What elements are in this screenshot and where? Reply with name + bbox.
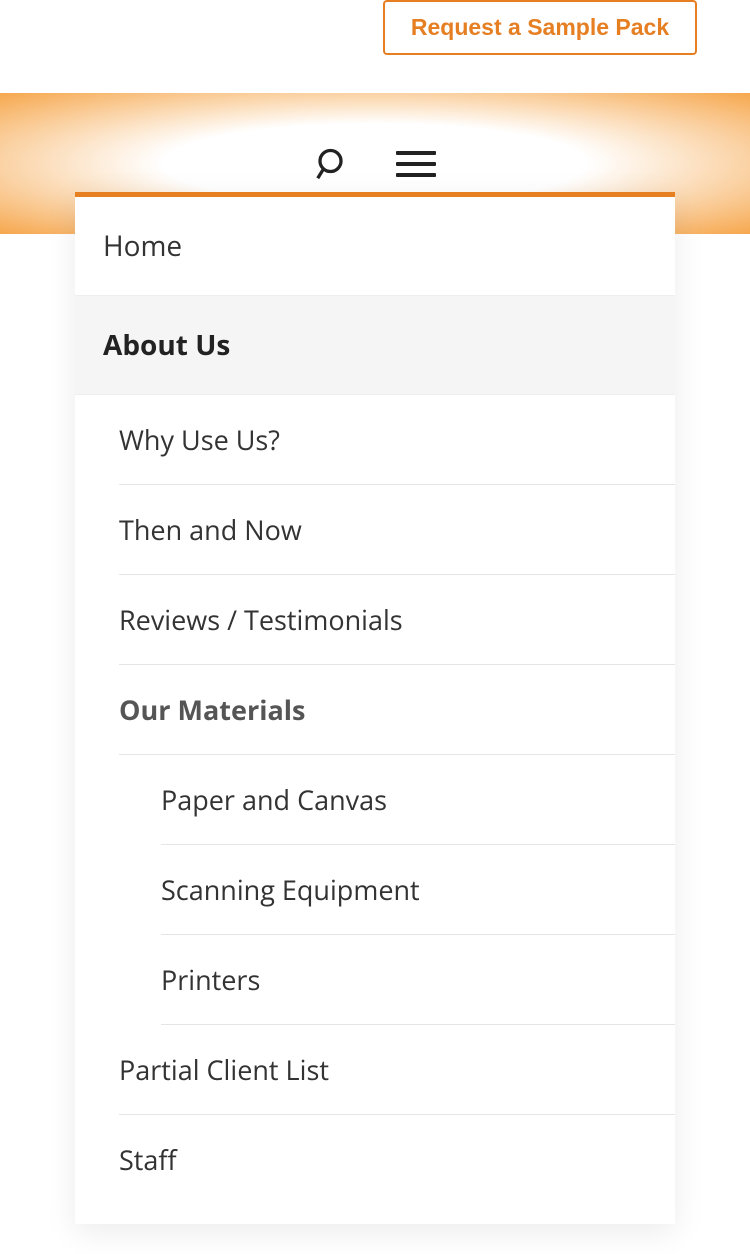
nav-subitem-printers[interactable]: Printers	[161, 935, 675, 1025]
nav-item-label: Our Materials	[119, 691, 305, 728]
nav-item-label: Scanning Equipment	[161, 871, 420, 908]
request-sample-pack-button[interactable]: Request a Sample Pack	[383, 0, 697, 55]
nav-subitem-why-use-us[interactable]: Why Use Us?	[119, 395, 675, 485]
nav-item-label: Then and Now	[119, 511, 302, 548]
search-icon[interactable]	[314, 146, 350, 182]
nav-item-label: Staff	[119, 1141, 177, 1178]
nav-subheading-our-materials: Our Materials	[119, 665, 675, 755]
nav-item-label: Partial Client List	[119, 1051, 329, 1088]
about-submenu: Why Use Us? Then and Now Reviews / Testi…	[75, 395, 675, 1204]
nav-item-label: Paper and Canvas	[161, 781, 387, 818]
nav-item-label: Why Use Us?	[119, 421, 280, 458]
nav-item-label: Printers	[161, 961, 260, 998]
nav-subitem-reviews[interactable]: Reviews / Testimonials	[119, 575, 675, 665]
nav-item-label: About Us	[103, 326, 230, 364]
materials-submenu: Paper and Canvas Scanning Equipment Prin…	[119, 755, 675, 1025]
nav-subitem-scanning-equipment[interactable]: Scanning Equipment	[161, 845, 675, 935]
nav-subitem-paper-canvas[interactable]: Paper and Canvas	[161, 755, 675, 845]
nav-item-about-us[interactable]: About Us	[75, 295, 675, 395]
mobile-nav-menu: Home About Us Why Use Us? Then and Now R…	[75, 192, 675, 1224]
nav-subitem-partial-client-list[interactable]: Partial Client List	[119, 1025, 675, 1115]
nav-subitem-then-and-now[interactable]: Then and Now	[119, 485, 675, 575]
icon-row	[314, 146, 436, 182]
nav-subitem-staff[interactable]: Staff	[119, 1115, 675, 1204]
header-area: Request a Sample Pack	[0, 0, 750, 93]
nav-item-label: Reviews / Testimonials	[119, 601, 403, 638]
nav-item-label: Home	[103, 227, 182, 265]
nav-item-home[interactable]: Home	[75, 197, 675, 295]
hamburger-menu-icon[interactable]	[396, 151, 436, 177]
